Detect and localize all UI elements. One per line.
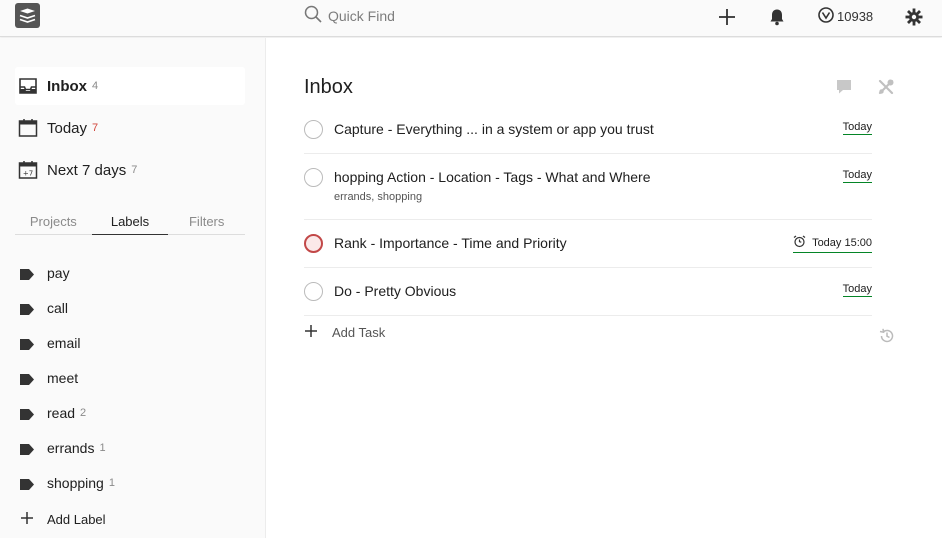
gear-icon[interactable] — [903, 6, 925, 28]
calendar-icon — [18, 118, 38, 138]
today-count: 7 — [92, 122, 99, 134]
task-text[interactable]: Do - Pretty Obvious — [334, 283, 456, 299]
label-name: pay — [47, 265, 70, 281]
task-due-date[interactable]: Today — [842, 283, 872, 297]
tag-icon — [20, 407, 34, 420]
sidebar: Inbox 4 Today 7 +7 Next 7 days 7 Project… — [0, 38, 266, 538]
task-due-date[interactable]: Today — [842, 121, 872, 135]
sidebar-item-label: Inbox — [47, 77, 87, 95]
add-task-button[interactable]: Add Task — [304, 324, 385, 341]
add-task-text: Add Task — [332, 325, 386, 340]
tag-icon — [20, 442, 34, 455]
next-7-days-count: 7 — [131, 164, 138, 176]
sidebar-item-label: Today — [47, 119, 88, 137]
sidebar-item-inbox[interactable]: Inbox 4 — [15, 67, 245, 105]
sidebar-item-label: Next 7 days — [47, 161, 127, 179]
sidebar-tabs: Projects Labels Filters — [15, 213, 245, 235]
top-bar: 10938 — [0, 0, 942, 37]
task-labels[interactable]: errands, shopping — [334, 191, 422, 203]
karma-badge[interactable]: 10938 — [818, 7, 873, 26]
add-label-text: Add Label — [47, 511, 106, 527]
label-item-email[interactable]: email — [20, 332, 80, 354]
search-input[interactable] — [328, 8, 528, 24]
plus-icon — [304, 324, 318, 341]
label-name: email — [47, 335, 81, 351]
label-item-read[interactable]: read 2 — [20, 402, 86, 424]
task-text[interactable]: Rank - Importance - Time and Priority — [334, 235, 567, 251]
history-icon[interactable] — [878, 327, 896, 345]
bell-icon[interactable] — [766, 6, 788, 28]
due-text: Today — [842, 121, 872, 133]
label-count: 1 — [99, 442, 106, 454]
task-checkbox[interactable] — [304, 168, 323, 187]
due-text: Today 15:00 — [812, 237, 872, 249]
add-icon[interactable] — [716, 6, 738, 28]
task-checkbox[interactable] — [304, 282, 323, 301]
label-name: meet — [47, 370, 79, 386]
label-name: shopping — [47, 475, 104, 491]
task-checkbox-priority-1[interactable] — [304, 234, 323, 253]
app-logo-icon[interactable] — [15, 3, 40, 28]
task-checkbox[interactable] — [304, 120, 323, 139]
tag-icon — [20, 337, 34, 350]
settings-tools-icon[interactable] — [877, 78, 895, 96]
label-name: errands — [47, 440, 95, 456]
task-text[interactable]: hopping Action - Location - Tags - What … — [334, 169, 650, 185]
task-row[interactable]: Rank - Importance - Time and Priority To… — [304, 220, 872, 268]
karma-count: 10938 — [837, 9, 874, 24]
svg-text:+7: +7 — [23, 170, 33, 178]
label-item-errands[interactable]: errands 1 — [20, 437, 106, 459]
inbox-count: 4 — [92, 80, 99, 92]
due-text: Today — [842, 283, 872, 295]
tag-icon — [20, 477, 34, 490]
search-icon — [304, 5, 322, 28]
comment-icon[interactable] — [835, 78, 853, 96]
label-name: call — [47, 300, 69, 316]
task-row[interactable]: Capture - Everything ... in a system or … — [304, 114, 872, 154]
tag-icon — [20, 372, 34, 385]
due-text: Today — [842, 169, 872, 181]
task-text[interactable]: Capture - Everything ... in a system or … — [334, 121, 654, 137]
tag-icon — [20, 302, 34, 315]
label-count: 1 — [108, 477, 115, 489]
label-item-shopping[interactable]: shopping 1 — [20, 472, 115, 494]
label-item-pay[interactable]: pay — [20, 262, 70, 284]
task-row[interactable]: hopping Action - Location - Tags - What … — [304, 154, 872, 220]
task-row[interactable]: Do - Pretty Obvious Today — [304, 268, 872, 316]
sidebar-item-today[interactable]: Today 7 — [15, 109, 245, 147]
task-due-date[interactable]: Today — [842, 169, 872, 183]
tab-labels[interactable]: Labels — [91, 213, 169, 235]
task-due-date[interactable]: Today 15:00 — [793, 235, 872, 253]
label-item-meet[interactable]: meet — [20, 367, 78, 389]
quick-find[interactable] — [304, 5, 528, 28]
page-title: Inbox — [304, 76, 353, 98]
add-label-button[interactable]: Add Label — [20, 508, 106, 530]
alarm-clock-icon — [793, 235, 806, 251]
sidebar-item-next-7-days[interactable]: +7 Next 7 days 7 — [15, 151, 245, 189]
tag-icon — [20, 267, 34, 280]
plus-icon — [20, 511, 34, 524]
tab-projects[interactable]: Projects — [15, 213, 92, 234]
label-item-call[interactable]: call — [20, 297, 68, 319]
label-name: read — [47, 405, 76, 421]
inbox-icon — [18, 76, 38, 96]
tab-filters[interactable]: Filters — [168, 213, 245, 234]
main-content: Inbox Capture - Everything ... in a syst… — [266, 38, 942, 538]
karma-icon — [818, 7, 834, 26]
calendar-week-icon: +7 — [18, 160, 38, 180]
label-count: 2 — [80, 407, 87, 419]
